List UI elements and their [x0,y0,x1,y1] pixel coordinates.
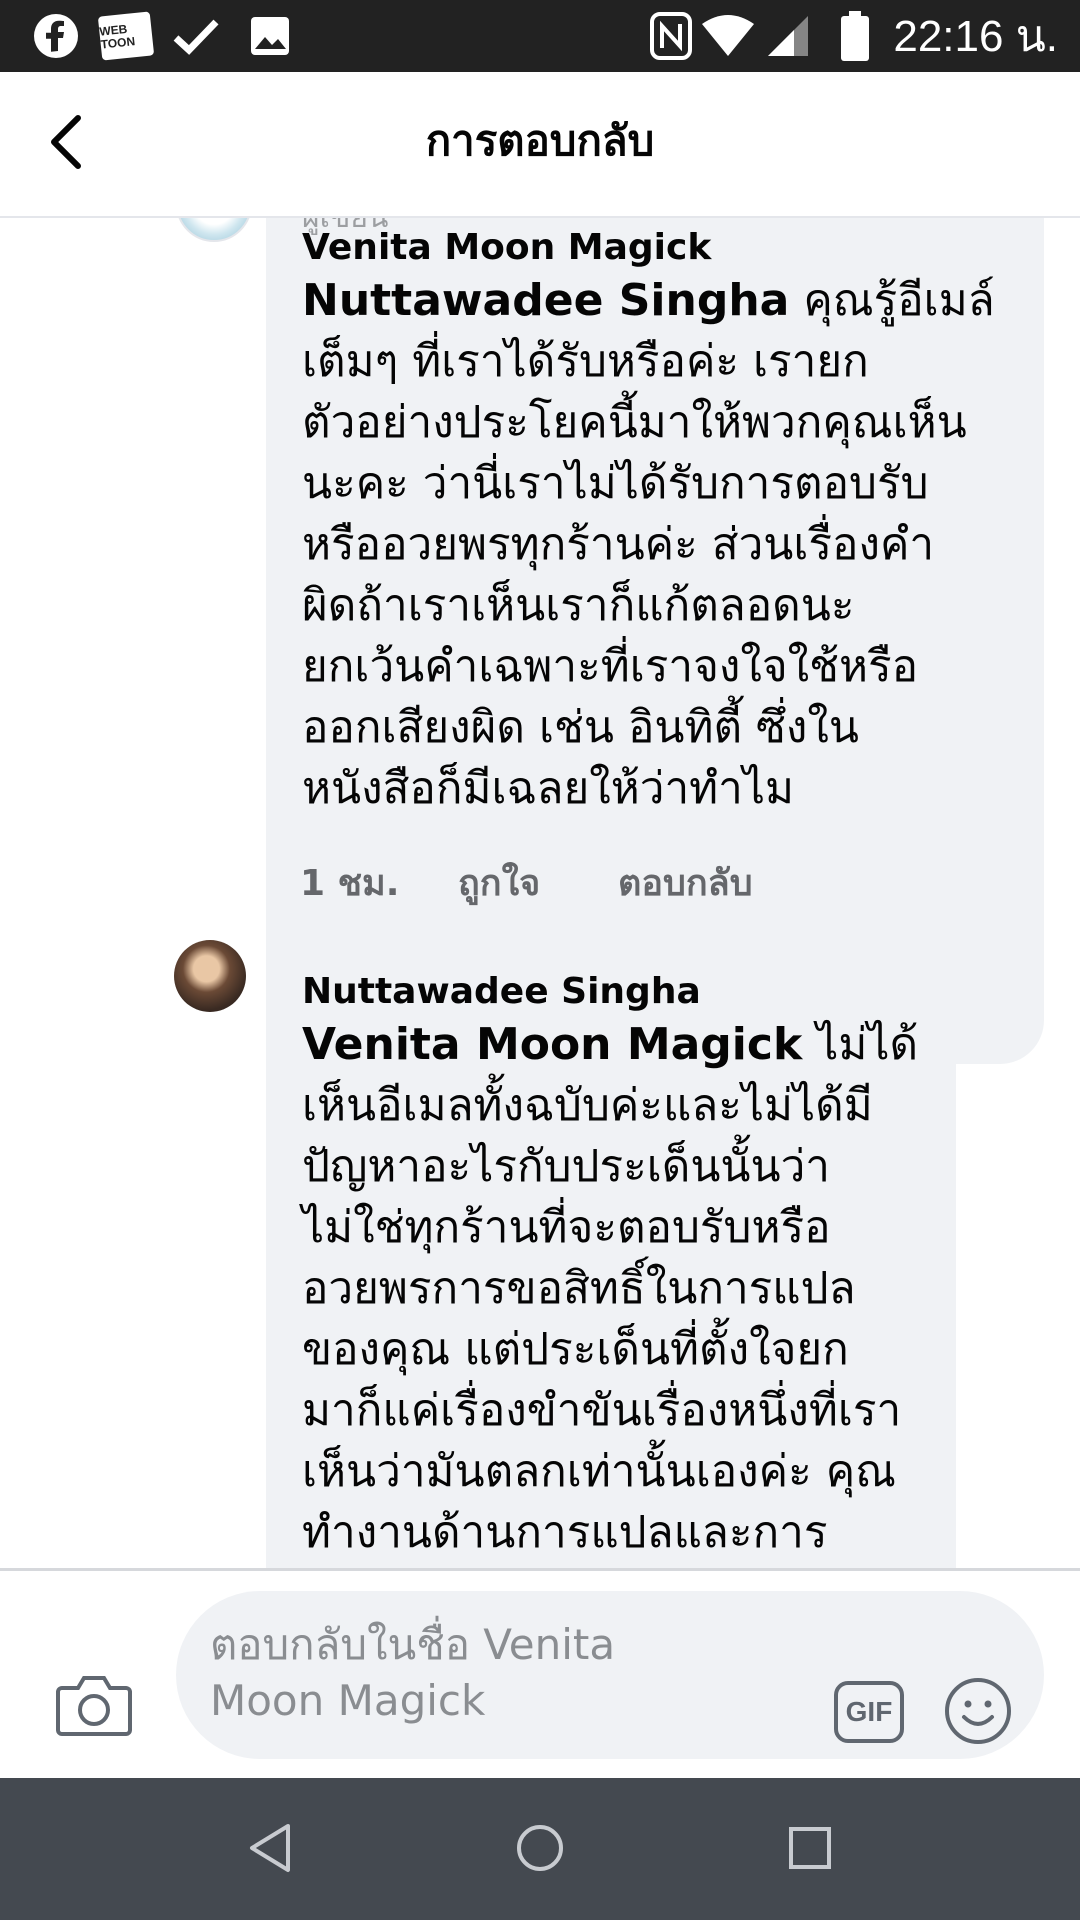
comment-line: หรืออวยพรทุกร้านค่ะ ส่วนเรื่องคำ [302,519,935,570]
comment-line: นะคะ ว่านี่เราไม่ได้รับการตอบรับ [302,458,929,509]
avatar[interactable] [176,218,252,242]
header: การตอบกลับ [0,72,1080,218]
mention-link[interactable]: Nuttawadee Singha [302,275,789,326]
comment-line: เต็มๆ ที่เราได้รับหรือค่ะ เรายก [302,336,869,387]
reply-button[interactable]: ตอบกลับ [618,854,753,911]
comment-line: ของคุณ แต่ประเด็นที่ตั้งใจยก [302,1324,849,1375]
comment-timestamp: 1 ชม. [300,863,400,904]
nav-back-button[interactable] [238,1816,302,1880]
emoji-button[interactable] [942,1675,1014,1747]
back-triangle-icon [250,1824,290,1872]
mention-link[interactable]: Venita Moon Magick [302,1019,802,1070]
camera-icon [56,1676,132,1736]
camera-button[interactable] [52,1663,136,1747]
comment-line: เห็นอีเมลทั้งฉบับค่ะและไม่ได้มี [302,1080,873,1131]
comment-bubble: Nuttawadee Singha Venita Moon Magick ไม่… [266,940,956,1568]
emoji-icon [945,1678,1011,1744]
comment-author[interactable]: Nuttawadee Singha [302,970,932,1014]
home-circle-icon [517,1825,563,1871]
facebook-icon [30,10,82,62]
status-time: 22:16 น. [893,12,1058,61]
placeholder-line: ตอบกลับในชื่อ Venita [210,1620,616,1669]
reply-composer: ตอบกลับในชื่อ Venita Moon Magick GIF [0,1568,1080,1781]
gif-button[interactable]: GIF [834,1681,904,1743]
battery-icon [840,10,870,62]
comment-line: คุณรู้อีเมล์ [803,275,995,326]
comment-line: หนังสือก็มีเฉลยให้ว่าทำไม [302,763,794,814]
placeholder-line: Moon Magick [210,1676,486,1725]
image-icon [246,10,294,62]
comment-line: ออกเสียงผิด เช่น อินทิตี้ ซึ่งใน [302,702,859,753]
comment-text: Venita Moon Magick ไม่ได้ เห็นอีเมลทั้งฉ… [302,1014,932,1563]
webtoon-text: WEB TOON [97,11,155,61]
comment-line: อวยพรการขอสิทธิ์ในการแปล [302,1263,856,1314]
comment-line: ทำงานด้านการแปลและการ [302,1507,828,1558]
comment-line: เห็นว่ามันตลกเท่านั้นเองค่ะ คุณ [302,1446,896,1497]
comment-actions: 1 ชม. ถูกใจ ตอบกลับ [300,854,753,911]
reply-input[interactable]: ตอบกลับในชื่อ Venita Moon Magick GIF [176,1591,1044,1759]
recents-square-icon [789,1827,831,1869]
avatar[interactable] [174,940,246,1012]
reply-placeholder: ตอบกลับในชื่อ Venita Moon Magick [210,1617,770,1729]
system-nav-bar [0,1778,1080,1920]
comment-line: ผิดถ้าเราเห็นเราก็แก้ตลอดนะ [302,580,855,631]
comment-thread[interactable]: ผู้เขียน Venita Moon Magick Nuttawadee S… [0,218,1080,1568]
comment-text: Nuttawadee Singha คุณรู้อีเมล์ เต็มๆ ที่… [302,270,1022,819]
screen: WEB TOON 22:16 น. การตอบกลับ Venita Moon… [0,0,1080,1920]
webtoon-icon: WEB TOON [97,10,155,62]
status-bar: WEB TOON 22:16 น. [0,0,1080,72]
comment-line: มาก็แค่เรื่องขำขันเรื่องหนึ่งที่เรา [302,1385,902,1436]
nfc-icon [648,10,694,62]
comment-bubble: ผู้เขียน Venita Moon Magick Nuttawadee S… [266,218,1044,1064]
nav-recents-button[interactable] [778,1816,842,1880]
like-button[interactable]: ถูกใจ [458,854,618,911]
wifi-icon [700,10,756,62]
comment-line: ไม่ใช่ทุกร้านที่จะตอบรับหรือ [302,1202,831,1253]
check-icon [170,10,222,62]
comment-line: ยกเว้นคำเฉพาะที่เราจงใจใช้หรือ [302,641,919,692]
nav-home-button[interactable] [508,1816,572,1880]
comment-line: ตัวอย่างประโยคนี้มาให้พวกคุณเห็น [302,397,967,448]
page-title: การตอบกลับ [425,116,655,165]
comment-author[interactable]: Venita Moon Magick [302,226,1022,270]
comment-line: ปัญหาอะไรกับประเด็นนั้นว่า [302,1141,830,1192]
comment-line: ไม่ได้ [816,1019,919,1070]
signal-icon [766,10,810,62]
